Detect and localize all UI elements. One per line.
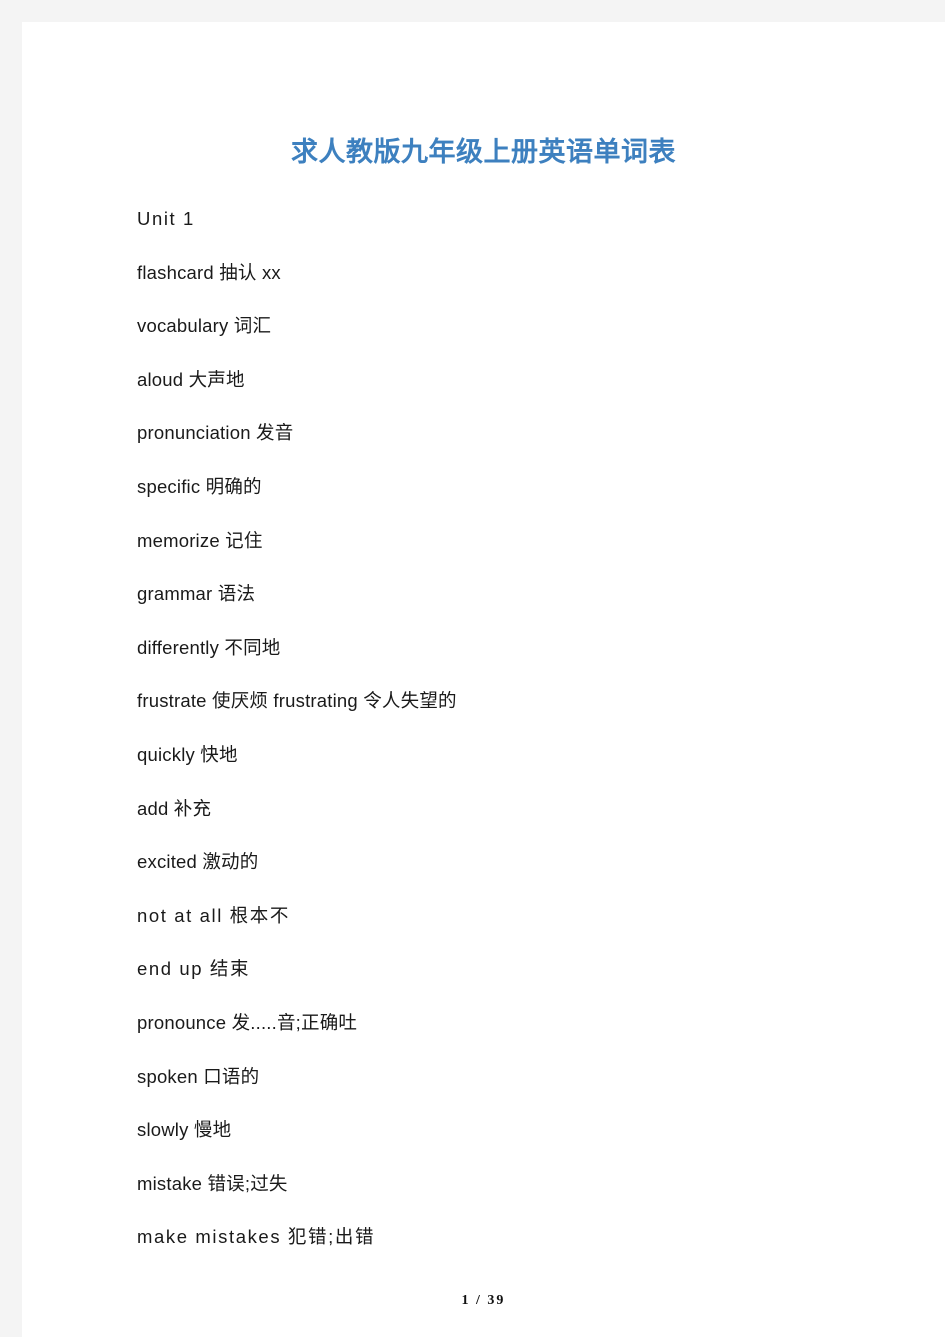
vocabulary-entry: make mistakes 犯错;出错 <box>137 1226 376 1248</box>
vocabulary-entry: memorize 记住 <box>137 529 263 551</box>
unit-heading: Unit 1 <box>137 208 195 229</box>
document-viewport: 求人教版九年级上册英语单词表 Unit 1 flashcard 抽认 xx voca… <box>0 0 945 1337</box>
vocabulary-entry: excited 激动的 <box>137 851 259 873</box>
page-number-footer: 1 / 39 <box>461 1293 506 1308</box>
vocabulary-entry: specific 明确的 <box>137 475 262 497</box>
vocabulary-entry: flashcard 抽认 xx <box>137 261 281 283</box>
vocabulary-entry: slowly 慢地 <box>137 1119 232 1141</box>
vocabulary-entry: spoken 口语的 <box>137 1065 260 1087</box>
word-list: Unit 1 flashcard 抽认 xx vocabulary 词汇 aloud … <box>137 192 897 1264</box>
vocabulary-entry: add 补充 <box>137 797 212 819</box>
vocabulary-entry: end up 结束 <box>137 958 251 980</box>
vocabulary-entry: vocabulary 词汇 <box>137 315 272 337</box>
page-title: 求人教版九年级上册英语单词表 <box>291 137 676 167</box>
vocabulary-entry: quickly 快地 <box>137 743 238 765</box>
document-page: 求人教版九年级上册英语单词表 Unit 1 flashcard 抽认 xx voca… <box>22 22 945 1337</box>
vocabulary-entry: pronounce 发.....音;正确吐 <box>137 1011 358 1033</box>
vocabulary-entry: mistake 错误;过失 <box>137 1172 288 1194</box>
vocabulary-entry: aloud 大声地 <box>137 368 245 390</box>
vocabulary-entry: differently 不同地 <box>137 636 281 658</box>
vocabulary-entry: frustrate 使厌烦 frustrating 令人失望的 <box>137 690 457 712</box>
vocabulary-entry: grammar 语法 <box>137 583 256 605</box>
vocabulary-entry: pronunciation 发音 <box>137 422 294 444</box>
vocabulary-entry: not at all 根本不 <box>137 904 290 926</box>
